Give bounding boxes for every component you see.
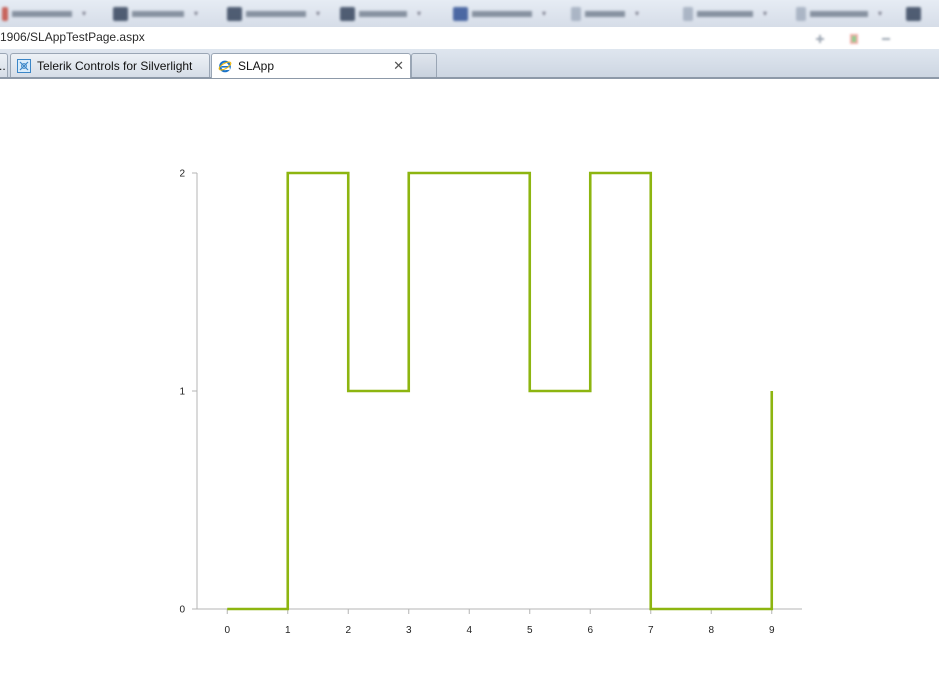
x-tick-label: 9 (769, 625, 775, 636)
favorite-item[interactable]: ▾ (571, 5, 639, 22)
favorite-item[interactable] (906, 5, 921, 22)
x-tick-label: 1 (285, 625, 291, 636)
x-tick-label: 8 (708, 625, 714, 636)
x-tick-label: 7 (648, 625, 654, 636)
favorites-bar: ▾ ▾ ▾ ▾ ▾ ▾ ▾ ▾ (0, 0, 939, 28)
tab-strip: .. Telerik Controls for Silverlight SLAp… (0, 49, 939, 79)
favorite-item[interactable]: ▾ (2, 5, 86, 22)
tab-label: Telerik Controls for Silverlight (37, 58, 193, 73)
x-tick-label: 2 (345, 625, 351, 636)
tab-label: .. (0, 58, 6, 73)
y-tick-label: 2 (179, 169, 185, 180)
favorite-item[interactable]: ▾ (453, 5, 546, 22)
y-tick-label: 1 (179, 387, 185, 398)
x-tick-label: 3 (406, 625, 412, 636)
favorite-item[interactable]: ▾ (113, 5, 198, 22)
x-axis: 0 1 2 3 4 5 6 7 8 9 (197, 608, 802, 636)
favorite-item[interactable]: ▾ (227, 5, 320, 22)
refresh-icon[interactable] (848, 32, 860, 44)
x-tick-label: 5 (527, 625, 533, 636)
tab-slapp[interactable]: SLApp ✕ (211, 53, 411, 78)
favorite-item[interactable]: ▾ (340, 5, 421, 22)
address-url[interactable]: 1906/SLAppTestPage.aspx (0, 30, 145, 44)
internet-explorer-icon (218, 59, 232, 73)
x-tick-label: 6 (587, 625, 593, 636)
silverlight-page-icon (17, 58, 31, 73)
y-axis: 0 1 2 (179, 169, 198, 616)
close-icon[interactable]: ✕ (393, 58, 404, 74)
compatibility-icon[interactable] (814, 32, 826, 44)
tab-label: SLApp (238, 59, 275, 73)
address-bar[interactable]: 1906/SLAppTestPage.aspx (0, 27, 939, 50)
y-tick-label: 0 (179, 605, 185, 616)
favorite-item[interactable]: ▾ (683, 5, 767, 22)
step-line-chart: 0 1 2 0 1 2 3 4 5 6 7 8 9 (179, 169, 802, 636)
x-tick-label: 0 (224, 625, 230, 636)
tab-previous[interactable]: .. (0, 53, 8, 77)
series-line (227, 171, 774, 611)
stop-icon[interactable] (880, 32, 892, 44)
tab-telerik-controls[interactable]: Telerik Controls for Silverlight (10, 53, 210, 77)
x-tick-label: 4 (466, 625, 472, 636)
series-group (227, 171, 774, 611)
favorite-item[interactable]: ▾ (796, 5, 882, 22)
new-tab-button[interactable] (411, 53, 437, 77)
